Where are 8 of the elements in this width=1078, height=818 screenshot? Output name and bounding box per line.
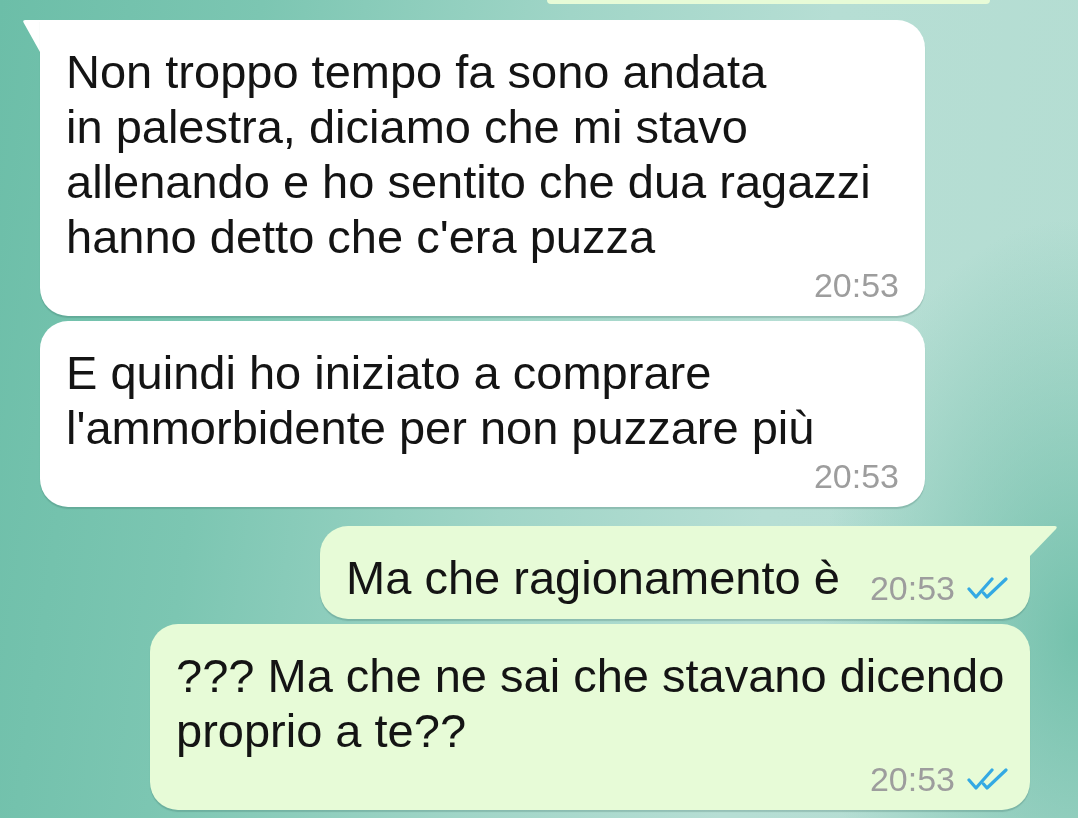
message-time: 20:53 [813,268,899,302]
message-text: ??? Ma che ne sai che stavano dicendo proprio a te?? [176,648,1005,758]
message-text: Non troppo tempo fa sono andata in palestra, diciamo che mi stavo allenando e ho sentito che dua ragazzi hanno detto che c'era puzza [66,44,871,264]
message-time: 20:53 [813,459,899,493]
message-text: E quindi ho iniziato a comprare l'ammorbidente per non puzzare più [66,345,815,455]
message-time: 20:53 [869,571,955,605]
message-text: Ma che ragionamento è [346,550,840,605]
message-time: 20:53 [869,762,955,796]
